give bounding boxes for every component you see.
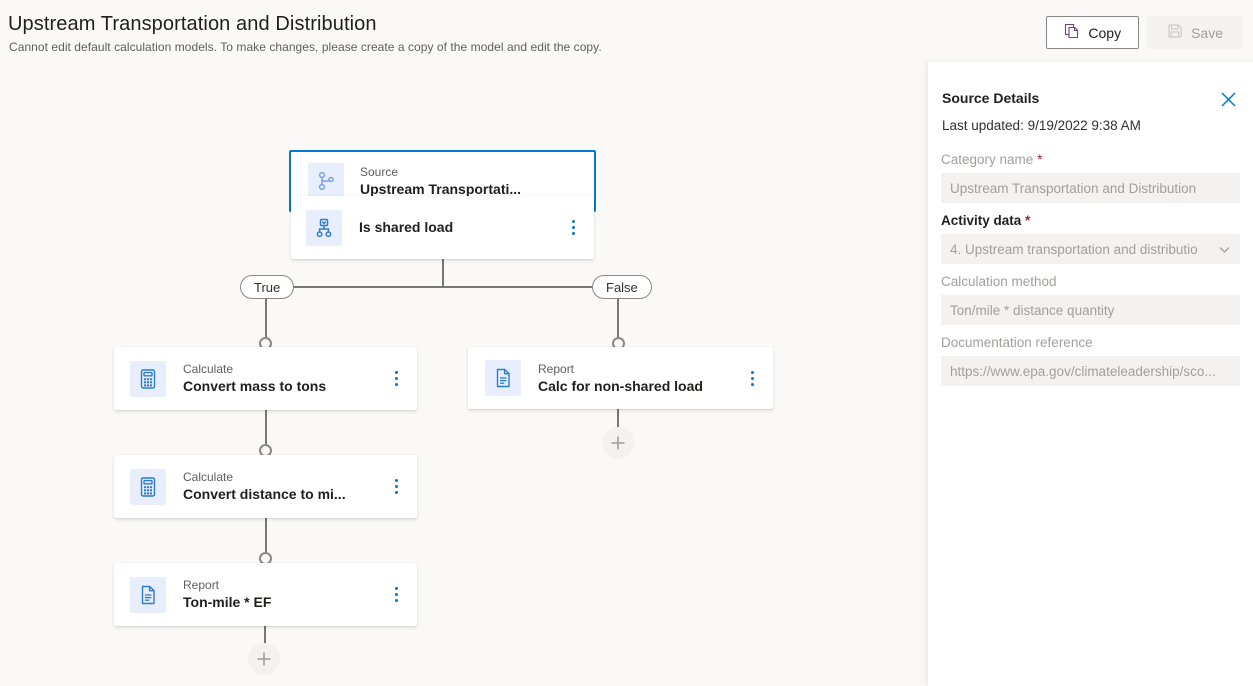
- document-icon: [485, 360, 521, 396]
- flow-node-source-text: Source Upstream Transportati...: [360, 164, 565, 199]
- flow-node-report1-text: Report Ton-mile * EF: [183, 577, 373, 612]
- branch-source-icon: [308, 163, 344, 199]
- flow-node-calc1[interactable]: Calculate Convert mass to tons: [114, 347, 417, 410]
- flow-node-calc1-text: Calculate Convert mass to tons: [183, 361, 373, 396]
- copy-icon: [1064, 23, 1080, 42]
- field-activity-data-label: Activity data *: [941, 211, 1240, 231]
- document-icon: [130, 576, 166, 613]
- plus-icon: [611, 436, 625, 450]
- field-documentation-reference: Documentation reference https://www.epa.…: [941, 333, 1240, 386]
- header-actions: Copy Save: [1046, 16, 1243, 49]
- flow-node-report1-menu-button[interactable]: [385, 582, 407, 608]
- source-details-panel: Source Details Last updated: 9/19/2022 9…: [928, 62, 1253, 686]
- flow-node-report1-kind: Report: [183, 578, 220, 592]
- page-subtitle: Cannot edit default calculation models. …: [9, 40, 602, 54]
- flow-node-report1-name: Ton-mile * EF: [183, 594, 272, 610]
- decision-branch-icon: [306, 209, 342, 246]
- field-calculation-method-input[interactable]: Ton/mile * distance quantity: [941, 295, 1240, 325]
- field-category-name-value: Upstream Transportation and Distribution: [950, 180, 1197, 196]
- required-asterisk: *: [1021, 213, 1031, 228]
- field-calculation-method: Calculation method Ton/mile * distance q…: [941, 272, 1240, 325]
- flow-node-decision-text: Is shared load: [359, 218, 549, 237]
- branch-true-text: True: [254, 279, 281, 295]
- required-asterisk: *: [1033, 152, 1043, 167]
- save-floppy-icon: [1167, 23, 1183, 42]
- page-title: Upstream Transportation and Distribution: [8, 13, 377, 35]
- calculator-icon: [130, 360, 166, 397]
- add-step-button-false-branch[interactable]: [602, 427, 634, 459]
- flow-node-calc1-name: Convert mass to tons: [183, 378, 327, 394]
- close-icon[interactable]: [1215, 86, 1241, 112]
- field-documentation-reference-input[interactable]: https://www.epa.gov/climateleadership/sc…: [941, 356, 1240, 386]
- flow-node-source-kind: Source: [360, 164, 399, 179]
- field-calculation-method-label-text: Calculation method: [941, 274, 1057, 289]
- flow-node-report2-kind: Report: [538, 361, 575, 376]
- flow-node-decision[interactable]: Is shared load: [291, 196, 594, 259]
- plus-icon: [257, 652, 271, 666]
- flow-node-calc2-kind: Calculate: [183, 470, 234, 484]
- field-category-name-input[interactable]: Upstream Transportation and Distribution: [941, 173, 1240, 203]
- field-category-name-label: Category name *: [941, 150, 1240, 170]
- field-calculation-method-label: Calculation method: [941, 272, 1240, 292]
- flow-node-calc2[interactable]: Calculate Convert distance to mi...: [114, 455, 417, 518]
- flow-node-report2-text: Report Calc for non-shared load: [538, 361, 728, 396]
- flow-node-report2[interactable]: Report Calc for non-shared load: [468, 347, 773, 409]
- flow-node-calc2-text: Calculate Convert distance to mi...: [183, 469, 373, 504]
- save-button-label: Save: [1191, 24, 1223, 41]
- flow-node-report2-name: Calc for non-shared load: [538, 377, 703, 394]
- flow-node-report1[interactable]: Report Ton-mile * EF: [114, 563, 417, 626]
- save-button[interactable]: Save: [1147, 16, 1243, 49]
- field-activity-data-value: 4. Upstream transportation and distribut…: [950, 241, 1198, 257]
- chevron-down-icon[interactable]: [1218, 243, 1231, 256]
- field-activity-data-dropdown[interactable]: 4. Upstream transportation and distribut…: [941, 234, 1240, 264]
- branch-label-false: False: [592, 275, 652, 299]
- flow-canvas[interactable]: True False Source Upstream Transportati.…: [0, 62, 928, 686]
- flow-node-decision-menu-button[interactable]: [562, 215, 584, 241]
- branch-label-true: True: [240, 275, 295, 299]
- field-documentation-reference-value: https://www.epa.gov/climateleadership/sc…: [950, 363, 1216, 379]
- last-updated-text: Last updated: 9/19/2022 9:38 AM: [942, 118, 1141, 133]
- flow-node-decision-name: Is shared load: [359, 219, 454, 235]
- flow-node-calc2-name: Convert distance to mi...: [183, 486, 346, 502]
- add-step-button-true-branch[interactable]: [248, 643, 280, 675]
- calculator-icon: [130, 468, 166, 505]
- field-activity-data: Activity data * 4. Upstream transportati…: [941, 211, 1240, 264]
- panel-title: Source Details: [942, 90, 1040, 106]
- copy-button-label: Copy: [1088, 24, 1122, 41]
- calculation-model-page: Upstream Transportation and Distribution…: [0, 0, 1253, 686]
- flow-node-calc2-menu-button[interactable]: [385, 474, 407, 500]
- flow-node-calc1-menu-button[interactable]: [385, 366, 407, 392]
- field-calculation-method-value: Ton/mile * distance quantity: [950, 302, 1115, 318]
- flow-node-calc1-kind: Calculate: [183, 362, 234, 376]
- field-category-name: Category name * Upstream Transportation …: [941, 150, 1240, 203]
- field-category-name-label-text: Category name: [941, 152, 1034, 167]
- branch-false-text: False: [606, 279, 638, 295]
- field-activity-data-label-text: Activity data: [941, 213, 1022, 228]
- flow-node-report2-menu-button[interactable]: [741, 365, 763, 391]
- page-header: Upstream Transportation and Distribution…: [0, 0, 1253, 62]
- field-documentation-reference-label: Documentation reference: [941, 333, 1240, 353]
- field-documentation-reference-label-text: Documentation reference: [941, 335, 1093, 350]
- copy-button[interactable]: Copy: [1046, 16, 1140, 49]
